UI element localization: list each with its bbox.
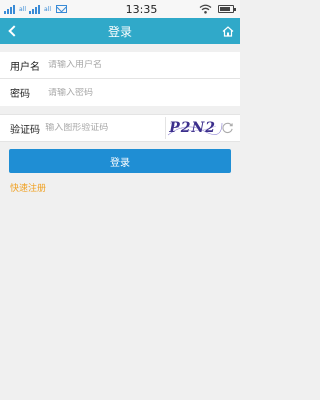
captcha-label: 验证码 <box>10 124 40 136</box>
chevron-left-icon <box>8 25 20 37</box>
username-label: 用户名 <box>10 61 40 73</box>
status-left-icons: all all <box>0 4 84 14</box>
password-input[interactable] <box>48 87 240 98</box>
status-time: 13:35 <box>125 2 158 16</box>
password-row: 密码 <box>0 79 240 106</box>
wifi-icon <box>199 4 212 14</box>
signal-2-icon <box>29 4 41 14</box>
quick-register-link[interactable]: 快速注册 <box>10 181 46 194</box>
status-right-icons <box>199 4 240 14</box>
login-button[interactable]: 登录 <box>9 149 231 173</box>
captcha-text: P2N2 <box>169 120 217 136</box>
page-title: 登录 <box>107 24 132 39</box>
sim1-label: all <box>19 5 27 13</box>
message-icon <box>56 5 68 13</box>
captcha-row: 验证码 P2N2 <box>0 114 240 142</box>
status-bar: all all 13:35 <box>0 0 240 18</box>
battery-icon <box>218 5 236 13</box>
login-form: 用户名 密码 <box>0 52 240 106</box>
home-button[interactable] <box>216 18 240 44</box>
username-input[interactable] <box>48 60 240 70</box>
captcha-image[interactable]: P2N2 <box>165 117 223 139</box>
back-button[interactable] <box>0 18 24 44</box>
app-bar: 登录 <box>0 18 240 44</box>
username-row: 用户名 <box>0 52 240 79</box>
password-label: 密码 <box>10 89 30 100</box>
sim2-label: all <box>44 5 52 13</box>
home-icon <box>222 25 234 37</box>
captcha-input[interactable] <box>45 123 166 133</box>
signal-1-icon <box>4 4 15 14</box>
